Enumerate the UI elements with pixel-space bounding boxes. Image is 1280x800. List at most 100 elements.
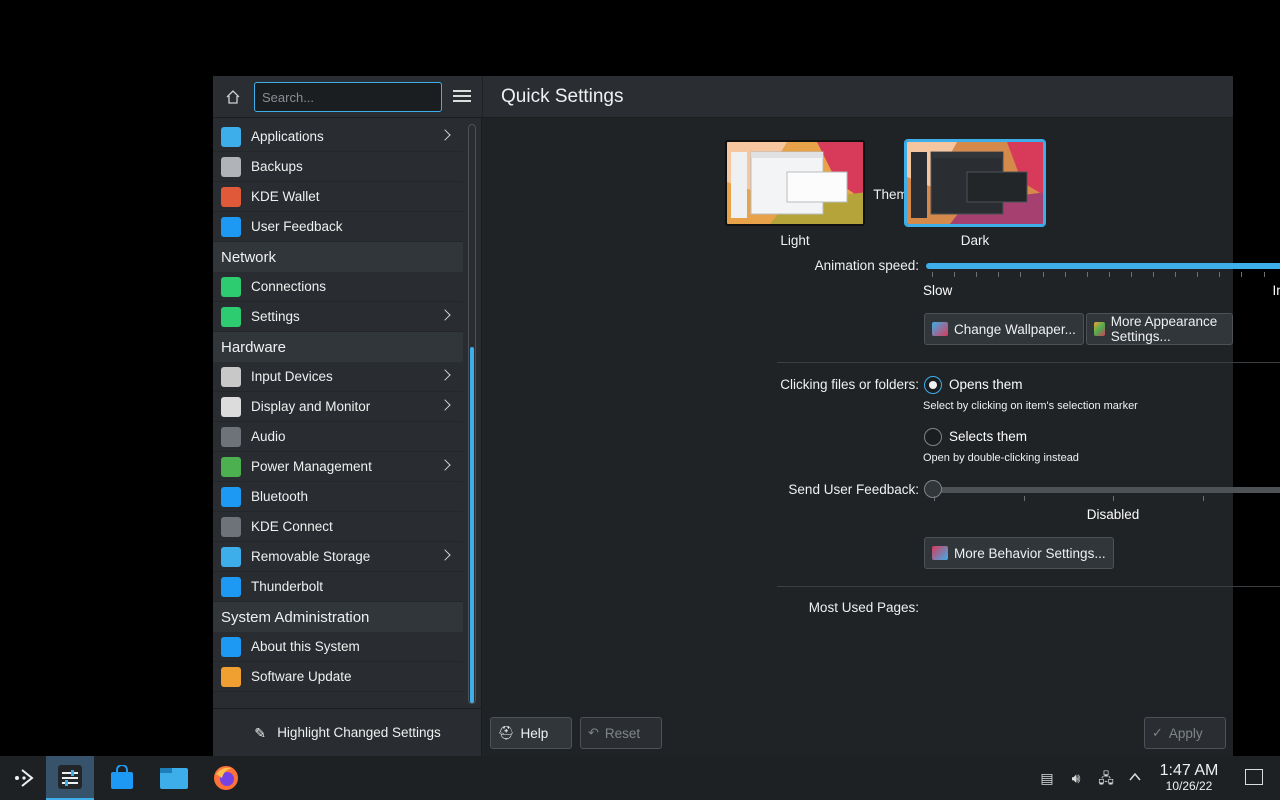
help-icon: ⛑ (498, 725, 515, 740)
theme-light-caption: Light (780, 233, 810, 248)
expand-tray-icon[interactable] (1127, 770, 1143, 786)
firefox-icon[interactable] (202, 756, 250, 800)
sidebar-item[interactable]: Input Devices (213, 362, 463, 392)
more-behavior-settings-button[interactable]: More Behavior Settings... (924, 537, 1114, 569)
sidebar: Applications Backups KDE Wallet User Feedba… (213, 76, 482, 756)
wallpaper-icon (932, 322, 948, 336)
sidebar-item[interactable]: Bluetooth (213, 482, 463, 512)
reset-button[interactable]: ↶ Reset (580, 717, 662, 749)
change-wallpaper-label: Change Wallpaper... (954, 321, 1076, 337)
animation-speed-slider[interactable] (926, 263, 1280, 269)
highlight-changed-settings-button[interactable]: ✎ Highlight Changed Settings (213, 708, 482, 756)
user-feedback-icon (221, 216, 241, 237)
sidebar-item[interactable]: User Feedback (213, 212, 463, 242)
applications-icon (221, 126, 241, 147)
slider-tick (1113, 496, 1114, 501)
sidebar-item-label: Removable Storage (251, 549, 371, 564)
theme-dark-caption: Dark (960, 233, 990, 248)
sidebar-item-label: Connections (251, 279, 327, 294)
display-icon (221, 396, 241, 417)
scrollbar-thumb[interactable] (470, 347, 474, 703)
chevron-right-icon (439, 549, 451, 561)
sidebar-item-label: Audio (251, 429, 286, 444)
taskbar: ▤ 🔊︎ 🖧︎ 1:47 AM 10/26/22 (0, 756, 1280, 800)
volume-icon[interactable]: 🔊︎ (1068, 770, 1084, 786)
change-wallpaper-button[interactable]: Change Wallpaper... (924, 313, 1084, 345)
animation-slow-label: Slow (923, 283, 953, 298)
sidebar-item-label: Settings (251, 309, 300, 324)
help-button[interactable]: ⛑ Help (490, 717, 572, 749)
sidebar-item[interactable]: Software Update (213, 662, 463, 692)
sidebar-item[interactable]: About this System (213, 632, 463, 662)
sidebar-item-label: KDE Connect (251, 519, 333, 534)
search-input[interactable] (254, 82, 442, 112)
sidebar-item[interactable]: Removable Storage (213, 542, 463, 572)
opens-them-radio[interactable] (924, 376, 942, 394)
selects-them-radio[interactable] (924, 428, 942, 446)
sidebar-item-label: Power Management (251, 459, 372, 474)
slider-tick (1023, 496, 1025, 501)
sidebar-item[interactable]: Thunderbolt (213, 572, 463, 602)
more-behavior-settings-label: More Behavior Settings... (954, 545, 1106, 561)
hamburger-menu-icon[interactable] (453, 88, 471, 106)
home-icon[interactable] (223, 87, 243, 107)
opens-them-label[interactable]: Opens them (949, 377, 1023, 392)
slider-tick (1202, 496, 1204, 501)
clicking-files-label: Clicking files or folders: (780, 377, 919, 392)
info-icon (221, 636, 241, 657)
slider-tick (1263, 272, 1265, 277)
chevron-right-icon (439, 459, 451, 471)
file-manager-icon[interactable] (150, 756, 198, 800)
sidebar-category-header: Network (213, 242, 463, 272)
more-appearance-settings-button[interactable]: More Appearance Settings... (1086, 313, 1233, 345)
theme-dark-thumbnail[interactable] (905, 140, 1045, 226)
kde-wallet-icon (221, 186, 241, 207)
slider-tick (976, 272, 978, 277)
selects-them-label[interactable]: Selects them (949, 429, 1027, 444)
slider-tick (1175, 272, 1177, 277)
sidebar-item-label: Applications (251, 129, 324, 144)
slider-tick (1020, 272, 1022, 277)
sidebar-item[interactable]: Settings (213, 302, 463, 332)
sidebar-item-label: KDE Wallet (251, 189, 320, 204)
clock-date: 10/26/22 (1165, 779, 1213, 793)
system-settings-taskbar-icon[interactable] (46, 756, 94, 800)
sidebar-item[interactable]: KDE Wallet (213, 182, 463, 212)
sidebar-item[interactable]: Audio (213, 422, 463, 452)
clock-time: 1:47 AM (1159, 762, 1219, 779)
slider-tick (1219, 272, 1221, 277)
slider-tick (1130, 272, 1132, 277)
send-user-feedback-label: Send User Feedback: (788, 482, 919, 497)
sidebar-item[interactable]: KDE Connect (213, 512, 463, 542)
sidebar-item[interactable]: Display and Monitor (213, 392, 463, 422)
clipboard-icon[interactable]: ▤ (1039, 770, 1055, 786)
sidebar-item-label: About this System (251, 639, 360, 654)
pencil-icon: ✎ (254, 724, 266, 741)
sidebar-item[interactable]: Applications (213, 122, 463, 152)
discover-store-icon[interactable] (98, 756, 146, 800)
user-feedback-slider[interactable] (926, 487, 1280, 493)
feedback-value-label: Disabled (1086, 507, 1140, 522)
clock[interactable]: 1:47 AM 10/26/22 (1150, 762, 1228, 793)
sidebar-item[interactable]: Backups (213, 152, 463, 182)
theme-light-thumbnail[interactable] (725, 140, 865, 226)
slider-tick (954, 272, 956, 277)
sidebar-item[interactable]: Power Management (213, 452, 463, 482)
more-appearance-settings-label: More Appearance Settings... (1110, 314, 1218, 344)
backups-icon (221, 156, 241, 177)
network-icon[interactable]: 🖧︎ (1098, 770, 1114, 786)
network-settings-icon (221, 306, 241, 327)
slider-tick (1197, 272, 1199, 277)
apply-button[interactable]: ✓ Apply (1144, 717, 1226, 749)
highlight-changed-settings-label: Highlight Changed Settings (277, 725, 441, 740)
sidebar-scrollbar[interactable] (468, 124, 476, 704)
sidebar-item[interactable]: Connections (213, 272, 463, 302)
chevron-right-icon (439, 399, 451, 411)
application-launcher-icon[interactable] (0, 756, 48, 800)
show-desktop-icon[interactable] (1245, 769, 1263, 785)
chevron-right-icon (439, 309, 451, 321)
sidebar-item-label: Bluetooth (251, 489, 309, 504)
user-feedback-handle[interactable] (924, 480, 942, 498)
audio-icon (221, 426, 241, 447)
slider-tick (1064, 272, 1066, 277)
